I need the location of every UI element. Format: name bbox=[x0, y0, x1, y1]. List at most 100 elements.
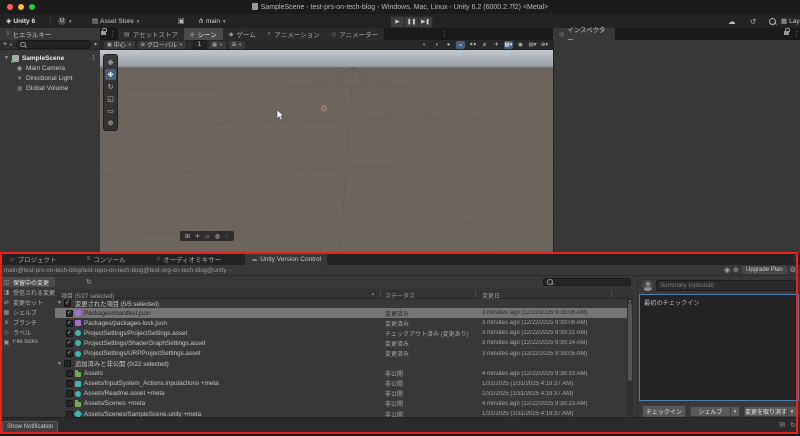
scene-visibility-icon[interactable]: ◉ bbox=[516, 41, 525, 49]
table-row[interactable]: Assets 非公開 4 minutes ago (12/22/2025 9:38:… bbox=[55, 369, 633, 379]
move-tool[interactable]: ✚ bbox=[105, 69, 116, 80]
sidebar-item-ブランチ[interactable]: ⋔ ブランチ bbox=[0, 317, 55, 327]
component-menu-icon[interactable]: ▤▾ bbox=[528, 41, 537, 49]
tab-プロジェクト[interactable]: ▱ プロジェクト bbox=[4, 253, 63, 265]
group-checkbox[interactable] bbox=[64, 360, 71, 368]
checkin-summary-input[interactable] bbox=[656, 280, 796, 291]
row-checkbox[interactable] bbox=[66, 339, 73, 347]
grid-visibility-button[interactable]: ⊞ ▼ bbox=[228, 40, 246, 49]
checkin-comment-textarea[interactable]: 最初のチェックイン bbox=[639, 294, 799, 401]
eye-icon[interactable]: ◉ bbox=[724, 266, 730, 274]
tab-hierarchy[interactable]: ≡ ヒエラルキー bbox=[0, 28, 100, 40]
tab-Unity Version Control[interactable]: ☁ Unity Version Control bbox=[245, 253, 328, 265]
scale-tool[interactable]: ◱ bbox=[105, 93, 116, 104]
column-divider[interactable] bbox=[380, 290, 381, 297]
lock-icon[interactable] bbox=[101, 28, 107, 35]
directional-light-gizmo-icon[interactable]: ☼ bbox=[319, 102, 329, 114]
table-row[interactable]: Assets/Scenes +meta 非公開 4 minutes ago (12/… bbox=[55, 399, 633, 409]
hierarchy-search-input[interactable] bbox=[16, 40, 91, 49]
dock-menu-icon[interactable]: ⋮ bbox=[441, 30, 448, 38]
sidebar-item-ラベル[interactable]: ◇ ラベル bbox=[0, 327, 55, 337]
effects-menu-icon[interactable]: ✦▾ bbox=[468, 41, 477, 49]
hierarchy-item[interactable]: ◍ Global Volume bbox=[0, 83, 100, 93]
transform-tool[interactable]: ⊕ bbox=[105, 117, 116, 128]
hierarchy-scene-root[interactable]: ▼ SampleScene ⋮ bbox=[0, 53, 100, 63]
tab-アセットストア[interactable]: ▤ アセットストア bbox=[118, 28, 185, 40]
table-row[interactable]: Packages/manifest.json 変更済み 3 minutes ago … bbox=[55, 308, 633, 319]
history-icon[interactable]: ↺ bbox=[750, 17, 756, 26]
group-checkbox[interactable] bbox=[64, 299, 71, 307]
tab-コンソール[interactable]: ≡ コンソール bbox=[81, 253, 132, 265]
lighting-toggle-icon[interactable]: ● bbox=[444, 41, 453, 49]
dock-menu-icon[interactable]: ⋮ bbox=[793, 30, 800, 38]
pause-button[interactable]: ❚❚ bbox=[404, 16, 419, 28]
refresh-icon[interactable]: ↻ bbox=[86, 278, 92, 286]
activity-icon[interactable]: ↻ bbox=[790, 421, 796, 429]
account-menu[interactable]: U ▼ bbox=[58, 16, 72, 26]
sidebar-item-保留中の変更[interactable]: ◫ 保留中の変更 bbox=[0, 277, 55, 287]
chevron-down-icon[interactable]: ▼ bbox=[730, 406, 740, 417]
show-notification-button[interactable]: Show Notification bbox=[2, 421, 59, 433]
group-header-row[interactable]: ▼ 変更された項目 (5/5 selected) bbox=[55, 298, 633, 308]
table-row[interactable]: Assets/Readme.asset +meta 非公開 1/31/2025 (1… bbox=[55, 389, 633, 399]
table-row[interactable]: Packages/packages-lock.json 変更済み 3 minutes… bbox=[55, 318, 633, 328]
overlays-menu-icon[interactable]: ▦▾ bbox=[504, 40, 513, 49]
hierarchy-item[interactable]: ◉ Main Camera bbox=[0, 63, 100, 73]
hierarchy-item[interactable]: ☀ Directional Light bbox=[0, 73, 100, 83]
row-checkbox[interactable] bbox=[66, 390, 73, 398]
scene-options-icon[interactable]: ⋮ bbox=[90, 54, 97, 62]
scene-view[interactable]: ▣ 中心 ▼ ⊕ グローバル ▼ 1 ▦ ▼ ⊞ ▼ ◐ ◑ ● ◒ ✦▾ ⌀ ✈ … bbox=[100, 40, 553, 253]
tool-handle-rotation-button[interactable]: ⊕ グローバル ▼ bbox=[137, 40, 186, 49]
table-row[interactable]: ProjectSettings/URPProjectSettings.asset… bbox=[55, 348, 633, 358]
tab-アニメーション[interactable]: ◐ アニメーション bbox=[261, 28, 326, 40]
tab-シーン[interactable]: ◈ シーン bbox=[184, 28, 223, 40]
layout-menu[interactable]: ▦ Layout ▼ bbox=[781, 16, 800, 26]
row-checkbox[interactable] bbox=[66, 370, 73, 378]
sidebar-item-シェルブ[interactable]: ▦ シェルブ bbox=[0, 307, 55, 317]
workspace-breadcrumb[interactable]: main@test-prs-on-tech-blog/test-repo-on-… bbox=[4, 267, 226, 274]
flag-overlay-icon[interactable]: ▱ bbox=[205, 233, 210, 240]
tab-inspector[interactable]: ◎ インスペクター bbox=[553, 27, 615, 44]
grid-overlay-icon[interactable]: ⊞ bbox=[185, 233, 190, 240]
tool-handle-position-button[interactable]: ▣ 中心 ▼ bbox=[104, 40, 135, 49]
filter-icon[interactable]: ▾ bbox=[94, 41, 97, 48]
grid-snap-size-field[interactable]: 1 bbox=[192, 40, 207, 49]
search-icon[interactable] bbox=[769, 18, 776, 25]
chevron-down-icon[interactable]: ▼ bbox=[788, 406, 797, 417]
rotate-tool[interactable]: ↻ bbox=[105, 81, 116, 92]
build-profiles-button[interactable]: ▣ bbox=[178, 16, 185, 26]
row-checkbox[interactable] bbox=[66, 309, 73, 317]
add-object-button[interactable]: + ▼ bbox=[3, 41, 13, 48]
tab-ゲーム[interactable]: ◆ ゲーム bbox=[222, 28, 262, 40]
column-divider[interactable] bbox=[475, 290, 476, 297]
draw-mode-icon[interactable]: ◐ bbox=[420, 41, 429, 49]
cloud-icon[interactable]: ☁ bbox=[728, 17, 736, 26]
scrollbar-thumb[interactable] bbox=[628, 303, 632, 381]
group-header-row[interactable]: ▼ 追加済みと非公開 (0/22 selected) bbox=[55, 359, 633, 369]
変更を取り消す-button[interactable]: 変更を取り消す bbox=[743, 406, 788, 417]
view-hand-tool[interactable]: ✥ bbox=[105, 57, 116, 68]
column-divider[interactable] bbox=[611, 290, 612, 297]
foldout-caret-icon[interactable]: ▼ bbox=[57, 300, 62, 306]
row-checkbox[interactable] bbox=[66, 400, 73, 408]
row-checkbox[interactable] bbox=[66, 329, 73, 337]
tab-アニメーター[interactable]: ◇ アニメーター bbox=[325, 28, 385, 40]
upgrade-plan-button[interactable]: Upgrade Plan bbox=[742, 266, 787, 274]
asset-store-menu[interactable]: ▤ Asset Store ▼ bbox=[92, 16, 140, 26]
sidebar-item-受信される変更[interactable]: ◨ 受信される変更 bbox=[0, 287, 55, 297]
シェルブ-button[interactable]: シェルブ bbox=[689, 406, 731, 417]
sidebar-item-変更セット[interactable]: ⇄ 変更セット bbox=[0, 297, 55, 307]
rect-tool[interactable]: ▭ bbox=[105, 105, 116, 116]
row-checkbox[interactable] bbox=[66, 319, 73, 327]
lock-icon[interactable] bbox=[784, 28, 790, 35]
gizmos-menu-icon[interactable]: ⊕▾ bbox=[540, 41, 549, 49]
audio-toggle-icon[interactable]: ◒ bbox=[456, 40, 465, 49]
globe-icon[interactable]: ⊕ bbox=[733, 266, 739, 274]
camera-menu-icon[interactable]: ✈ bbox=[492, 41, 501, 49]
play-button[interactable]: ▶ bbox=[390, 16, 405, 28]
table-row[interactable]: ProjectSettings/ShaderGraphSettings.asse… bbox=[55, 338, 633, 348]
list-scrollbar[interactable]: ▲ ▼ bbox=[627, 298, 633, 420]
foldout-caret-icon[interactable]: ▼ bbox=[4, 55, 9, 61]
panel-menu-icon[interactable]: ⋮ bbox=[791, 254, 798, 262]
2d-mode-icon[interactable]: ◑ bbox=[432, 41, 441, 49]
